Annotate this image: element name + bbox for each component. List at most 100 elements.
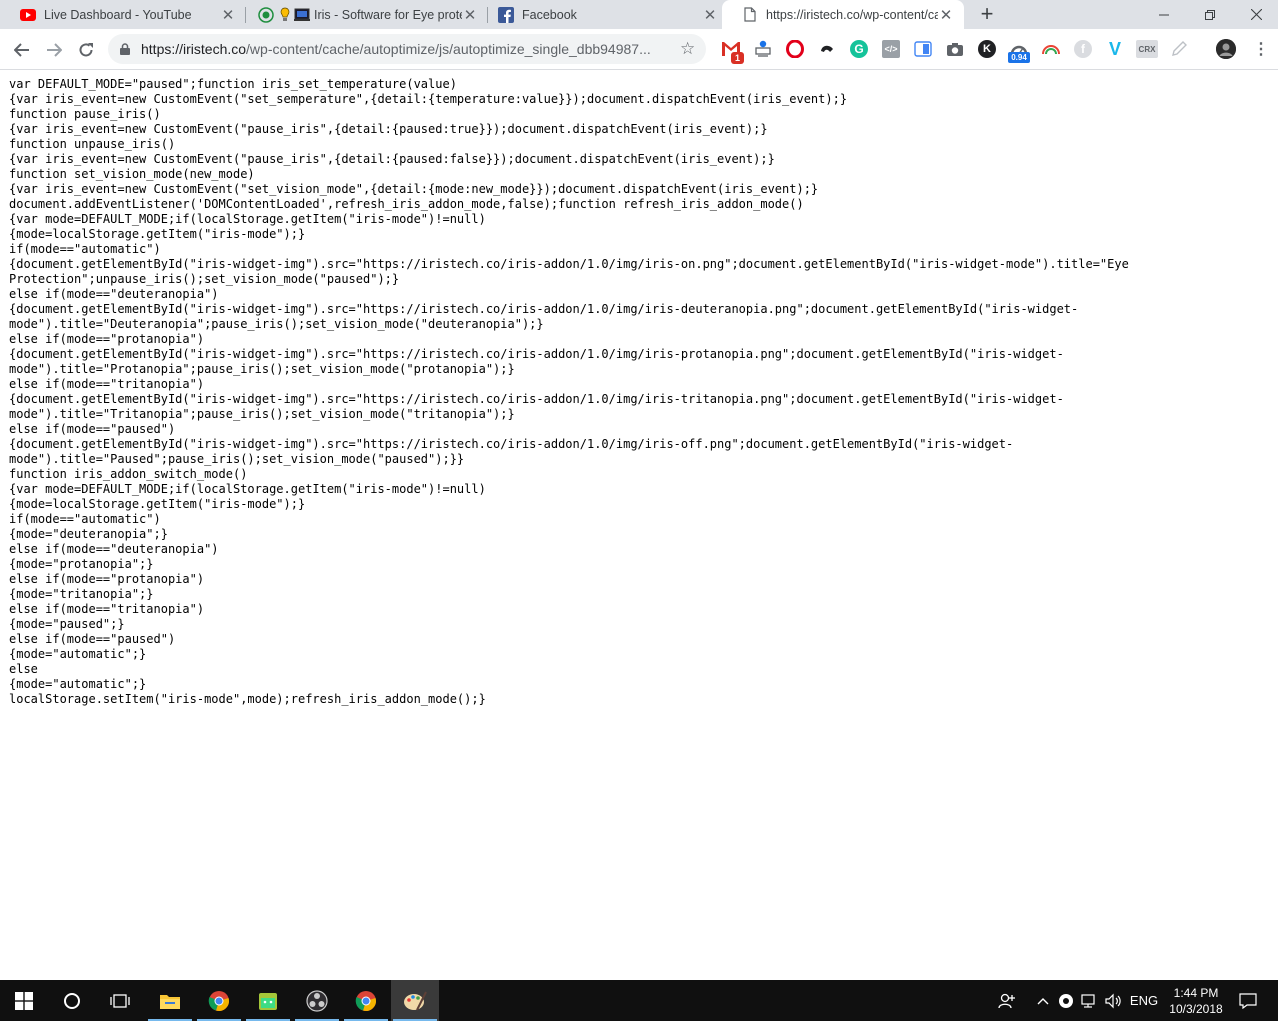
undo-extension-icon[interactable]: [818, 40, 836, 58]
source-code: var DEFAULT_MODE="paused";function iris_…: [9, 77, 1269, 707]
code-line: {var iris_event=new CustomEvent("set_sem…: [9, 92, 848, 106]
camera-extension-icon[interactable]: [946, 40, 964, 58]
code-line: function unpause_iris(): [9, 137, 176, 151]
tray-app-icon[interactable]: [1056, 980, 1076, 1021]
tab-strip: Live Dashboard - YouTube ✕ Iris - Softwa…: [0, 0, 1278, 29]
volume-icon[interactable]: [1104, 980, 1124, 1021]
tab-title: https://iristech.co/wp-content/ca: [766, 7, 938, 22]
rainbow-extension-icon[interactable]: [1042, 40, 1060, 58]
code-line: else if(mode=="deuteranopia"): [9, 287, 219, 301]
code-line: else: [9, 662, 38, 676]
code-line: document.addEventListener('DOMContentLoa…: [9, 197, 804, 211]
code-line: {document.getElementById("iris-widget-im…: [9, 347, 1064, 361]
code-line: {mode="tritanopia";}: [9, 587, 154, 601]
code-line: mode").title="Tritanopia";pause_iris();s…: [9, 407, 515, 421]
file-explorer-icon[interactable]: [146, 980, 194, 1021]
new-tab-button[interactable]: +: [976, 3, 998, 26]
code-line: {var iris_event=new CustomEvent("set_vis…: [9, 182, 819, 196]
reload-button[interactable]: [73, 37, 99, 63]
grammarly-extension-icon[interactable]: G: [850, 40, 868, 58]
code-line: mode").title="Paused";pause_iris();set_v…: [9, 452, 465, 466]
close-tab-icon[interactable]: ✕: [938, 7, 954, 24]
people-icon[interactable]: [995, 980, 1019, 1021]
code-line: else if(mode=="paused"): [9, 632, 176, 646]
url-host: https://iristech.co: [141, 41, 247, 57]
code-line: if(mode=="automatic"): [9, 242, 161, 256]
youtube-icon: [20, 7, 36, 23]
code-line: else if(mode=="protanopia"): [9, 572, 205, 586]
bookmark-star-icon[interactable]: ☆: [680, 39, 695, 59]
restore-button[interactable]: [1187, 0, 1233, 29]
input-language[interactable]: ENG: [1128, 980, 1160, 1021]
menu-icon[interactable]: ⋮: [1252, 40, 1270, 58]
close-tab-icon[interactable]: ✕: [220, 7, 236, 24]
facebook-extension-icon[interactable]: f: [1074, 40, 1092, 58]
code-line: function set_vision_mode(new_mode): [9, 167, 255, 181]
close-tab-icon[interactable]: ✕: [702, 7, 718, 24]
code-line: localStorage.setItem("iris-mode",mode);r…: [9, 692, 486, 706]
code-line: if(mode=="automatic"): [9, 512, 161, 526]
code-extension-icon[interactable]: </>: [882, 40, 900, 58]
network-icon[interactable]: [1080, 980, 1100, 1021]
code-line: {mode="automatic";}: [9, 647, 147, 661]
code-line: else if(mode=="protanopia"): [9, 332, 205, 346]
chrome-taskbar-icon[interactable]: [195, 980, 243, 1021]
close-tab-icon[interactable]: ✕: [462, 7, 478, 24]
code-line: {mode="automatic";}: [9, 677, 147, 691]
tab-active-script[interactable]: https://iristech.co/wp-content/ca ✕: [722, 0, 964, 29]
close-window-button[interactable]: [1233, 0, 1278, 29]
url-text: https://iristech.co/wp-content/cache/aut…: [141, 41, 651, 57]
code-line: {document.getElementById("iris-widget-im…: [9, 257, 1129, 271]
code-line: {var iris_event=new CustomEvent("pause_i…: [9, 122, 768, 136]
pen-extension-icon[interactable]: [1170, 40, 1188, 58]
vimeo-extension-icon[interactable]: V: [1106, 39, 1124, 59]
printer-extension-icon[interactable]: [754, 40, 772, 58]
extension-badge: 0.94: [1008, 52, 1030, 63]
code-line: function pause_iris(): [9, 107, 161, 121]
tab-youtube[interactable]: Live Dashboard - YouTube ✕: [0, 0, 246, 29]
show-hidden-icons-chevron-up-icon[interactable]: [1034, 980, 1052, 1021]
browser-toolbar: https://iristech.co/wp-content/cache/aut…: [0, 29, 1278, 70]
cortana-search-icon[interactable]: [48, 980, 96, 1021]
code-line: function iris_addon_switch_mode(): [9, 467, 248, 481]
code-line: Protection";unpause_iris();set_vision_mo…: [9, 272, 400, 286]
tab-facebook[interactable]: Facebook ✕: [478, 0, 728, 29]
paint-taskbar-icon[interactable]: [391, 980, 439, 1021]
task-view-icon[interactable]: [96, 980, 144, 1021]
document-icon: [742, 7, 758, 23]
back-button[interactable]: [9, 37, 35, 63]
code-line: mode").title="Deuteranopia";pause_iris()…: [9, 317, 544, 331]
iris-icon: [294, 7, 310, 23]
forward-button[interactable]: [41, 37, 67, 63]
code-line: {mode="protanopia";}: [9, 557, 154, 571]
code-line: {mode=localStorage.getItem("iris-mode");…: [9, 497, 306, 511]
code-line: {mode="paused";}: [9, 617, 125, 631]
opera-extension-icon[interactable]: [786, 40, 804, 58]
code-line: else if(mode=="paused"): [9, 422, 176, 436]
obs-studio-icon[interactable]: [293, 980, 341, 1021]
lock-icon: [120, 42, 130, 55]
k-extension-icon[interactable]: K: [978, 40, 996, 58]
url-path: /wp-content/cache/autoptimize/js/autopti…: [246, 41, 651, 57]
lightbulb-icon: [278, 7, 292, 23]
minimize-button[interactable]: [1141, 0, 1187, 29]
crx-extension-icon[interactable]: CRX: [1136, 40, 1158, 58]
translate-extension-icon[interactable]: [914, 40, 932, 58]
chrome-taskbar-icon-2[interactable]: [342, 980, 390, 1021]
profile-avatar[interactable]: [1216, 39, 1236, 59]
gmail-badge: 1: [731, 52, 744, 64]
clock-time: 1:44 PM: [1173, 986, 1219, 1000]
start-button[interactable]: [0, 980, 48, 1021]
page-content: var DEFAULT_MODE="paused";function iris_…: [0, 70, 1278, 980]
tab-title: Live Dashboard - YouTube: [44, 7, 192, 22]
code-line: {mode=localStorage.getItem("iris-mode");…: [9, 227, 306, 241]
tab-iris[interactable]: Iris - Software for Eye prote ✕: [238, 0, 488, 29]
code-line: else if(mode=="tritanopia"): [9, 602, 205, 616]
code-line: {document.getElementById("iris-widget-im…: [9, 302, 1079, 316]
address-bar[interactable]: https://iristech.co/wp-content/cache/aut…: [108, 34, 706, 64]
clock-date: 10/3/2018: [1169, 1002, 1223, 1016]
action-center-icon[interactable]: [1236, 980, 1260, 1021]
taskbar-clock[interactable]: 1:44 PM 10/3/2018: [1160, 985, 1232, 1017]
code-line: {mode="deuteranopia";}: [9, 527, 168, 541]
android-studio-icon[interactable]: [244, 980, 292, 1021]
